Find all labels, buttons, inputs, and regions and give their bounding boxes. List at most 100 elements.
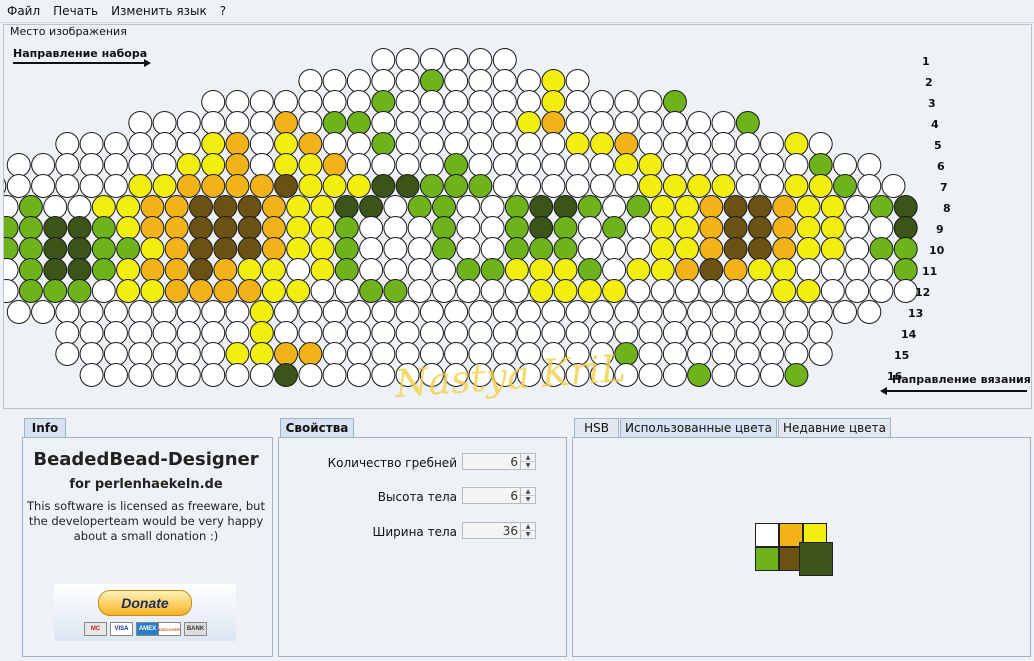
bead[interactable] <box>55 153 80 177</box>
bead[interactable] <box>346 132 371 156</box>
bead[interactable] <box>553 195 578 219</box>
bead[interactable] <box>103 363 128 387</box>
bead[interactable] <box>18 279 43 303</box>
bead[interactable] <box>577 195 602 219</box>
bead[interactable] <box>711 111 736 135</box>
bead[interactable] <box>517 69 541 93</box>
bead[interactable] <box>67 195 92 219</box>
bead[interactable] <box>869 195 894 219</box>
bead[interactable] <box>201 153 226 177</box>
bead[interactable] <box>310 195 335 219</box>
bead[interactable] <box>395 153 420 177</box>
combs-spinner[interactable]: 6 ▲ ▼ <box>462 453 536 470</box>
donate-widget[interactable]: Donate MC VISA AMEX DISCOVER BANK <box>54 584 236 641</box>
bead[interactable] <box>164 216 189 240</box>
bead[interactable] <box>322 69 347 93</box>
bead[interactable] <box>468 48 493 72</box>
bead[interactable] <box>845 216 870 240</box>
bead[interactable] <box>504 279 529 303</box>
bead[interactable] <box>480 258 505 282</box>
bead[interactable] <box>91 258 116 282</box>
bead[interactable] <box>529 237 554 261</box>
bead[interactable] <box>480 216 505 240</box>
bead[interactable] <box>55 132 80 156</box>
bead[interactable] <box>91 237 116 261</box>
bead[interactable] <box>444 111 469 135</box>
bead[interactable] <box>711 174 736 198</box>
bead[interactable] <box>553 279 578 303</box>
bead[interactable] <box>213 237 238 261</box>
bead[interactable] <box>383 279 408 303</box>
bead[interactable] <box>176 111 201 135</box>
bead[interactable] <box>286 258 311 282</box>
bead[interactable] <box>638 321 663 345</box>
bead[interactable] <box>565 300 590 324</box>
bead[interactable] <box>590 321 614 345</box>
bead[interactable] <box>43 237 68 261</box>
bead[interactable] <box>772 237 797 261</box>
bead[interactable] <box>735 174 760 198</box>
bead[interactable] <box>723 237 748 261</box>
bead[interactable] <box>869 279 894 303</box>
bead[interactable] <box>480 195 505 219</box>
bead[interactable] <box>419 153 444 177</box>
bead[interactable] <box>723 258 748 282</box>
bead[interactable] <box>602 195 627 219</box>
bead[interactable] <box>723 216 748 240</box>
bead[interactable] <box>444 69 469 93</box>
bead[interactable] <box>711 321 736 345</box>
bead[interactable] <box>492 90 517 114</box>
bead[interactable] <box>881 174 906 198</box>
bead[interactable] <box>565 111 590 135</box>
bead[interactable] <box>687 300 712 324</box>
bead[interactable] <box>249 90 274 114</box>
bead[interactable] <box>346 69 371 93</box>
bead[interactable] <box>225 321 250 345</box>
bead[interactable] <box>286 216 311 240</box>
bead[interactable] <box>650 279 675 303</box>
bead[interactable] <box>407 258 432 282</box>
bead[interactable] <box>43 216 68 240</box>
bead[interactable] <box>541 153 566 177</box>
bead[interactable] <box>189 237 213 261</box>
bead[interactable] <box>334 216 359 240</box>
donate-button[interactable]: Donate <box>98 590 192 616</box>
bead[interactable] <box>128 153 153 177</box>
bead[interactable] <box>432 237 456 261</box>
bead[interactable] <box>249 300 274 324</box>
bead[interactable] <box>492 132 517 156</box>
bead[interactable] <box>31 153 56 177</box>
bead[interactable] <box>298 363 323 387</box>
menu-file[interactable]: Файл <box>1 4 46 18</box>
bead[interactable] <box>517 300 541 324</box>
bead[interactable] <box>662 174 687 198</box>
bead[interactable] <box>383 195 408 219</box>
bead[interactable] <box>213 258 238 282</box>
bead[interactable] <box>590 174 614 198</box>
bead[interactable] <box>18 195 43 219</box>
bead[interactable] <box>176 321 201 345</box>
bead[interactable] <box>116 279 141 303</box>
bead[interactable] <box>201 111 226 135</box>
bead[interactable] <box>541 300 566 324</box>
tab-hsb[interactable]: HSB <box>574 418 619 437</box>
bead[interactable] <box>274 363 298 387</box>
bead[interactable] <box>201 300 226 324</box>
bead[interactable] <box>371 363 396 387</box>
bead[interactable] <box>735 363 760 387</box>
bead[interactable] <box>79 132 104 156</box>
bead[interactable] <box>274 153 298 177</box>
bead[interactable] <box>346 321 371 345</box>
bead[interactable] <box>359 258 384 282</box>
bead[interactable] <box>626 258 651 282</box>
bead[interactable] <box>468 300 493 324</box>
bead[interactable] <box>43 195 68 219</box>
bead[interactable] <box>893 237 918 261</box>
bead[interactable] <box>456 279 481 303</box>
bead[interactable] <box>395 174 420 198</box>
bead[interactable] <box>614 111 639 135</box>
bead[interactable] <box>614 132 639 156</box>
bead[interactable] <box>711 300 736 324</box>
bead[interactable] <box>261 258 286 282</box>
body-width-spinner[interactable]: 36 ▲ ▼ <box>462 522 536 539</box>
